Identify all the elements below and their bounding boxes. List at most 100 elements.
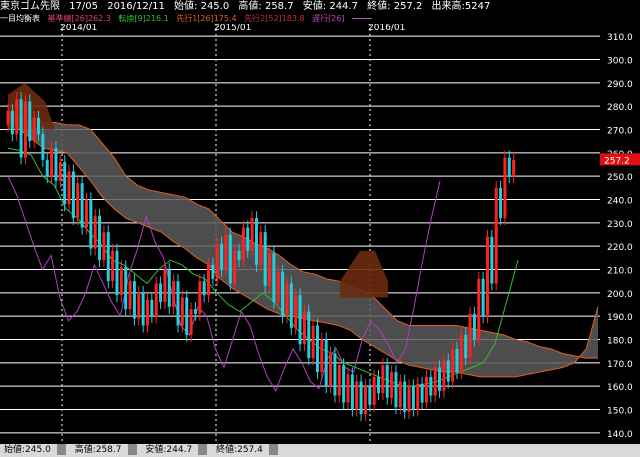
quote-date: 2016/12/11 <box>107 1 165 12</box>
y-tick-label: 250.0 <box>607 173 633 183</box>
candle-body <box>398 381 402 408</box>
candle-body <box>128 281 132 310</box>
candle-body <box>276 271 280 303</box>
candle-body <box>137 292 141 319</box>
candle-body <box>89 199 93 249</box>
candle-body <box>294 295 298 328</box>
candle-body <box>381 365 385 394</box>
y-tick-label: 290.0 <box>607 80 633 90</box>
candle-body <box>19 99 23 158</box>
candle-body <box>272 253 276 303</box>
candle-body <box>490 236 494 284</box>
candle-body <box>228 234 232 284</box>
candle-body <box>507 157 511 177</box>
y-tick-label: 240.0 <box>607 197 633 207</box>
contract-month: 17/05 <box>69 1 99 12</box>
y-tick-label: 140.0 <box>607 430 633 440</box>
y-tick-label: 150.0 <box>607 407 633 417</box>
candle-body <box>263 232 267 286</box>
candle-body <box>446 360 450 382</box>
candle-body <box>298 295 302 345</box>
legend-chikou-line <box>352 18 373 19</box>
candle-body <box>324 339 328 387</box>
candle-body <box>207 264 211 296</box>
candle-body <box>420 383 424 403</box>
candle-body <box>451 348 455 382</box>
candle-body <box>346 374 350 403</box>
candle-body <box>477 278 481 340</box>
candle-body <box>368 386 372 405</box>
candle-body <box>76 183 80 219</box>
candle-body <box>485 236 489 317</box>
candle-body <box>41 134 45 160</box>
candle-body <box>307 311 311 359</box>
legend-senko2: 先行2[52]183.8 <box>244 14 305 23</box>
candle-body <box>455 348 459 373</box>
candle-body <box>237 250 241 261</box>
y-tick-label: 220.0 <box>607 243 633 253</box>
price-chart[interactable]: 140.0 150.0 160.0 170.0 180.0 190.0 200.0 210.0… <box>0 24 640 444</box>
candle-body <box>472 313 476 340</box>
candle-body <box>468 313 472 359</box>
status-close: 終値:257.4 <box>216 445 263 455</box>
status-bar: 始値:245.0 高値:258.7 安値:244.7 終値:257.4 <box>0 444 640 457</box>
candle-body <box>154 283 158 317</box>
candle-body <box>185 297 189 335</box>
x-tick-label: 2015/01 <box>214 24 251 33</box>
candle-body <box>254 218 258 265</box>
y-tick-label: 210.0 <box>607 267 633 277</box>
candle-body <box>124 267 128 310</box>
candle-body <box>438 367 442 391</box>
last-price-label: 257.2 <box>604 156 630 166</box>
candle-body <box>211 264 215 279</box>
candle-body <box>302 311 306 345</box>
status-low: 安値:244.7 <box>145 445 193 455</box>
candle-body <box>98 215 102 261</box>
candle-body <box>390 372 394 398</box>
candle-body <box>359 381 363 415</box>
candle-body <box>15 99 19 135</box>
candle-body <box>198 281 202 314</box>
y-tick-label: 300.0 <box>607 57 633 67</box>
candle-body <box>58 162 62 181</box>
candle-body <box>37 117 41 135</box>
symbol-name: 東京ゴム先限 <box>0 1 60 12</box>
candle-body <box>281 271 285 317</box>
high-price: 高値: 258.7 <box>238 1 294 12</box>
low-price: 安値: 244.7 <box>302 1 358 12</box>
candle-body <box>329 353 333 387</box>
candle-body <box>220 243 224 270</box>
candle-body <box>23 101 27 158</box>
x-tick-label: 2014/01 <box>60 24 97 33</box>
candle-body <box>233 250 237 284</box>
candle-body <box>429 376 433 396</box>
candle-body <box>202 281 206 296</box>
candle-body <box>67 171 71 205</box>
legend-chikou: 遅行[26] <box>312 14 345 23</box>
candle-body <box>145 299 149 326</box>
candle-body <box>193 309 197 314</box>
candle-body <box>442 360 446 391</box>
cloud-bump-red <box>340 250 388 298</box>
candle-body <box>289 283 293 328</box>
candle-body <box>246 227 250 251</box>
candle-body <box>63 162 67 205</box>
y-tick-label: 190.0 <box>607 313 633 323</box>
y-tick-label: 180.0 <box>607 337 633 347</box>
quote-header: 東京ゴム先限 17/05 2016/12/11 始値: 245.0 高値: 25… <box>0 0 640 14</box>
open-price: 始値: 245.0 <box>174 1 230 12</box>
y-tick-label: 170.0 <box>607 360 633 370</box>
candle-body <box>433 367 437 396</box>
candle-body <box>189 309 193 335</box>
candle-body <box>84 199 88 228</box>
y-tick-label: 230.0 <box>607 220 633 230</box>
candle-body <box>115 250 119 296</box>
candle-body <box>315 325 319 373</box>
candle-body <box>403 381 407 412</box>
candle-body <box>494 187 498 284</box>
legend-tenkan: 転換[9]216.1 <box>118 14 169 23</box>
candle-body <box>54 148 58 181</box>
candle-body <box>224 234 228 270</box>
candle-body <box>32 117 36 142</box>
candle-body <box>150 299 154 317</box>
